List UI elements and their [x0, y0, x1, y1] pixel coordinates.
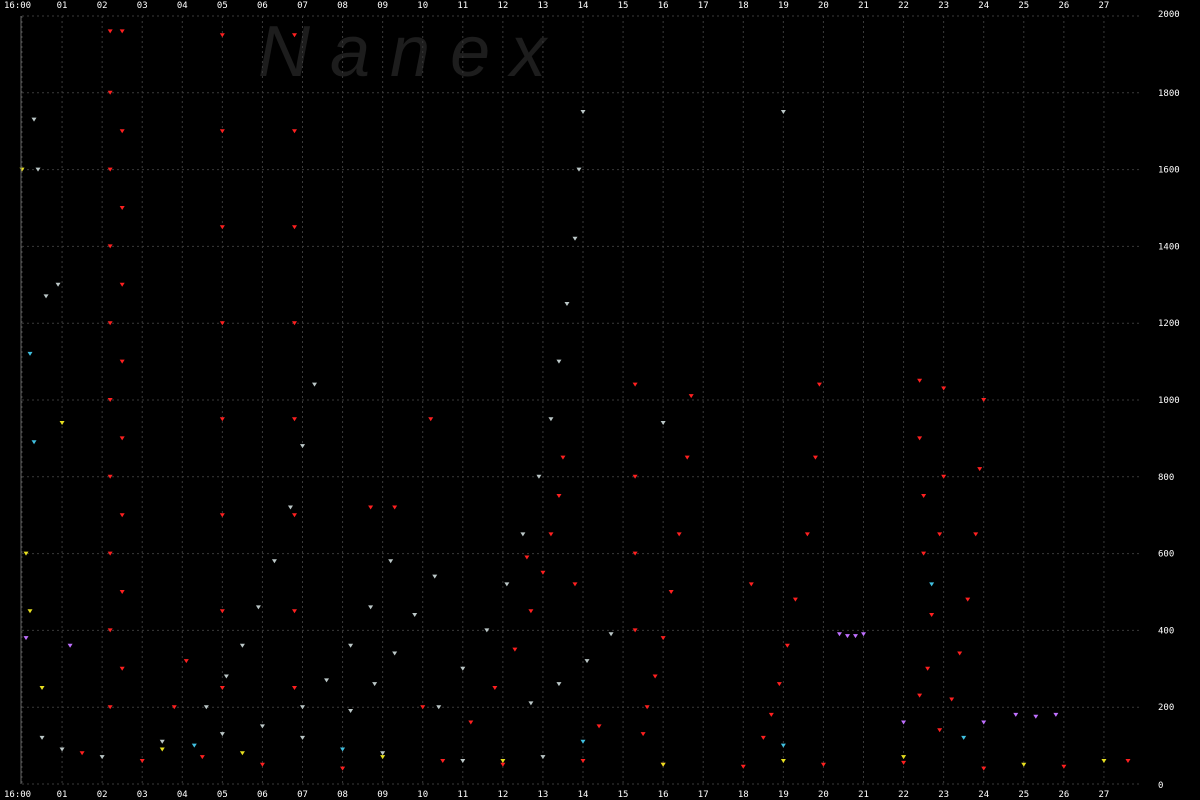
x-tick-label-top: 27 — [1099, 1, 1110, 11]
x-tick-label-bottom: 10 — [417, 790, 428, 800]
x-tick-label-bottom: 12 — [497, 790, 508, 800]
x-tick-label-top: 15 — [618, 1, 629, 11]
y-tick-label: 1200 — [1158, 319, 1180, 329]
x-tick-label-bottom: 02 — [97, 790, 108, 800]
x-tick-label-top: 02 — [97, 1, 108, 11]
x-tick-label-top: 13 — [538, 1, 549, 11]
x-tick-label-bottom: 07 — [297, 790, 308, 800]
x-tick-label-bottom: 04 — [177, 790, 188, 800]
y-tick-label: 1800 — [1158, 89, 1180, 99]
x-tick-label-bottom: 03 — [137, 790, 148, 800]
x-tick-label-top: 04 — [177, 1, 188, 11]
x-tick-label-top: 21 — [858, 1, 869, 11]
x-tick-label-top: 11 — [457, 1, 468, 11]
x-tick-label-bottom: 16:00 — [4, 790, 31, 800]
y-tick-label: 800 — [1158, 473, 1174, 483]
x-tick-label-bottom: 22 — [898, 790, 909, 800]
watermark-text: N a n e x — [258, 12, 549, 92]
x-tick-label-bottom: 14 — [578, 790, 589, 800]
y-tick-label: 1400 — [1158, 242, 1180, 252]
y-tick-label: 2000 — [1158, 10, 1180, 20]
x-tick-label-top: 26 — [1058, 1, 1069, 11]
y-tick-label: 200 — [1158, 703, 1174, 713]
x-tick-label-bottom: 27 — [1099, 790, 1110, 800]
x-tick-label-top: 22 — [898, 1, 909, 11]
x-tick-label-bottom: 19 — [778, 790, 789, 800]
x-tick-label-top: 14 — [578, 1, 589, 11]
x-tick-label-top: 01 — [57, 1, 68, 11]
x-tick-label-top: 08 — [337, 1, 348, 11]
chart-canvas: N a n e x 16:00 16:00 01 01 02 02 03 03 04 04 05 05… — [0, 0, 1200, 800]
x-tick-label-bottom: 11 — [457, 790, 468, 800]
x-tick-label-top: 18 — [738, 1, 749, 11]
x-tick-label-bottom: 20 — [818, 790, 829, 800]
x-tick-label-top: 16 — [658, 1, 669, 11]
x-tick-label-top: 07 — [297, 1, 308, 11]
x-tick-label-top: 19 — [778, 1, 789, 11]
x-tick-label-top: 06 — [257, 1, 268, 11]
x-tick-label-bottom: 17 — [698, 790, 709, 800]
x-tick-label-bottom: 25 — [1018, 790, 1029, 800]
x-tick-label-top: 05 — [217, 1, 228, 11]
x-tick-label-top: 09 — [377, 1, 388, 11]
y-tick-label: 400 — [1158, 626, 1174, 636]
y-tick-label: 0 — [1158, 781, 1163, 791]
x-tick-label-top: 17 — [698, 1, 709, 11]
x-tick-label-bottom: 24 — [978, 790, 989, 800]
x-tick-label-top: 03 — [137, 1, 148, 11]
x-tick-label-bottom: 08 — [337, 790, 348, 800]
x-tick-label-top: 12 — [497, 1, 508, 11]
x-tick-label-bottom: 01 — [57, 790, 68, 800]
x-tick-label-top: 16:00 — [4, 1, 31, 11]
x-tick-label-bottom: 09 — [377, 790, 388, 800]
y-tick-label: 1000 — [1158, 396, 1180, 406]
x-tick-label-top: 10 — [417, 1, 428, 11]
x-tick-label-bottom: 05 — [217, 790, 228, 800]
x-tick-label-bottom: 16 — [658, 790, 669, 800]
x-tick-label-top: 23 — [938, 1, 949, 11]
y-tick-label: 600 — [1158, 550, 1174, 560]
x-tick-label-top: 20 — [818, 1, 829, 11]
x-tick-label-bottom: 15 — [618, 790, 629, 800]
x-tick-label-bottom: 21 — [858, 790, 869, 800]
x-tick-label-bottom: 13 — [538, 790, 549, 800]
y-tick-label: 1600 — [1158, 166, 1180, 176]
x-tick-label-bottom: 06 — [257, 790, 268, 800]
x-tick-label-top: 24 — [978, 1, 989, 11]
x-tick-label-bottom: 18 — [738, 790, 749, 800]
x-tick-label-top: 25 — [1018, 1, 1029, 11]
x-tick-label-bottom: 26 — [1058, 790, 1069, 800]
x-tick-label-bottom: 23 — [938, 790, 949, 800]
chart-background — [0, 0, 1200, 800]
